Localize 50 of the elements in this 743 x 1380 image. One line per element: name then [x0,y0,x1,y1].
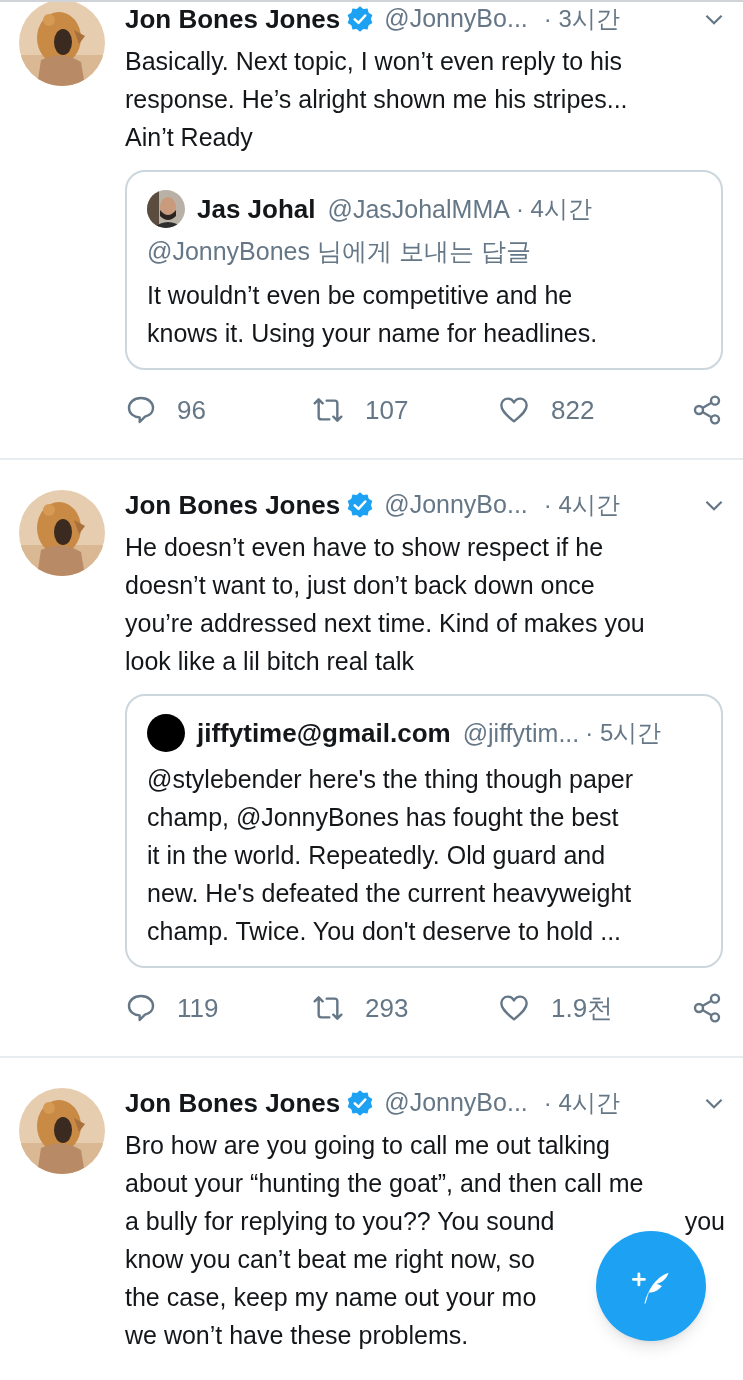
retweet-count: 107 [365,393,409,427]
like-count: 822 [551,393,595,427]
author-handle: @JonnyBo... [384,3,528,35]
like-count: 1.9천 [551,991,614,1025]
tweet-text-line: Basically. Next topic, I won’t even reply to his [125,46,622,77]
author-name[interactable]: Jon Bones Jones [125,485,341,525]
quoted-tweet-card[interactable]: Jas Johal @JasJohalMMA · 4시간 @JonnyBones 님에게 보내는 답글 It wouldn’t even be competitive and he knows it. Using your name for headlines. [125,170,723,370]
quoted-text-line: knows it. Using your name for headlines. [147,318,598,349]
author-handle: @jiffytim... [462,718,580,749]
tweet-text-line: look like a lil bitch real talk [125,646,414,677]
author-handle: @JasJohalMMA [327,194,510,225]
quoted-text-line: It wouldn’t even be competitive and he [147,280,573,311]
tweet-text-line: response. He’s alright shown me his stripes... [125,84,628,115]
reply-count: 119 [177,991,219,1025]
author-name[interactable]: Jon Bones Jones [125,1083,341,1123]
tweet-text-line: a bully for replying to you?? You sound [125,1206,555,1237]
tweet-text-line: He doesn’t even have to show respect if he [125,532,604,563]
tweet-text-line: know you can’t beat me right now, so [125,1244,535,1275]
author-name[interactable]: Jon Bones Jones [125,2,341,39]
author-name: Jas Johal [197,193,316,226]
quoted-text-line: champ, @JonnyBones has fought the best [147,802,619,833]
tweet-time: · 4시간 [543,1088,620,1118]
tweet-text-line: Ain’t Ready [125,122,253,153]
reply-icon[interactable] [125,394,157,426]
quoted-tweet-card[interactable] [125,694,723,968]
retweet-count: 293 [365,991,409,1025]
share-icon[interactable] [691,394,723,426]
tweet-time: · 4시간 [543,490,620,520]
author-handle: @JonnyBo... [384,489,528,521]
reply-icon[interactable] [125,992,157,1024]
tweet-text-line: the case, keep my name out your mo [125,1282,537,1313]
tweet-text-line: Bro how are you going to call me out talking [125,1130,610,1161]
quoted-text-line: it in the world. Repeatedly. Old guard and [147,840,606,871]
avatar [147,714,185,752]
quoted-text-line: new. He's defeated the current heavyweight [147,878,632,909]
tweet-text-line: you’re addressed next time. Kind of makes you [125,608,645,639]
tweet-text-line: you [684,1206,725,1237]
tweet-time: · 5시간 [585,718,662,748]
tweet-text-line: we won’t have these problems. [125,1320,469,1351]
author-handle: @JonnyBo... [384,1087,528,1119]
quoted-text-line: @stylebender here's the thing though paper [147,764,634,795]
author-name: jiffytime@gmail.com [197,717,451,750]
reply-count: 96 [177,393,206,427]
tweet-text-line: about your “hunting the goat”, and then call me [125,1168,644,1199]
tweet-time: · 3시간 [543,4,620,34]
quoted-text-line: champ. Twice. You don't deserve to hold ... [147,916,622,947]
share-icon[interactable] [691,992,723,1024]
tweet-time: · 4시간 [515,194,592,224]
reply-context: @JonnyBones 님에게 보내는 답글 [147,236,532,267]
tweet-text-line: doesn’t want to, just don’t back down once [125,570,595,601]
